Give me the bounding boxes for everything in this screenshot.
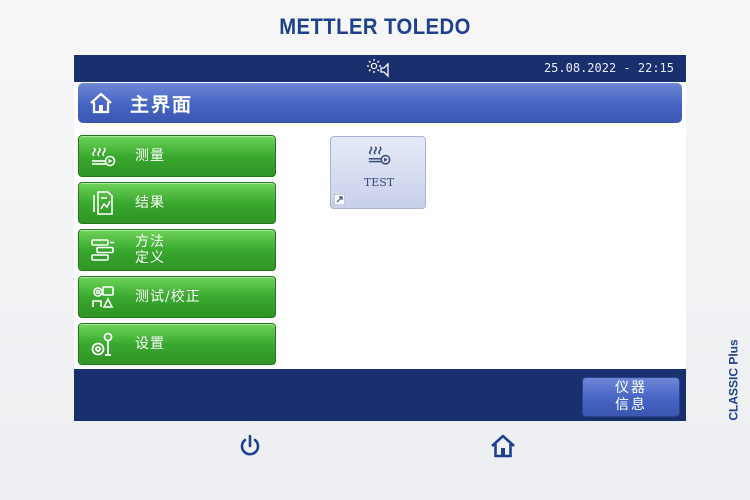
menu-label-test-adjust: 测试/校正 [135,289,201,305]
test-adjust-icon [92,286,114,308]
menu-button-results[interactable]: 结果 [78,182,276,224]
home-icon [90,92,112,114]
instrument-info-button[interactable]: 仪器 信息 [582,377,680,417]
menu-label-results: 结果 [135,195,165,211]
page-header: 主界面 [78,83,682,123]
page-title: 主界面 [130,93,194,116]
bottom-bar: 仪器 信息 [74,369,686,421]
home-icon[interactable] [489,432,517,460]
settings-tools-icon [91,332,113,356]
results-document-icon [93,191,113,215]
date-time: 25.08.2022 - 22:15 [543,61,674,75]
menu-label-measure: 测量 [135,148,165,164]
model-label: CLASSIC Plus [724,330,744,430]
status-bar: 25.08.2022 - 22:15 [74,55,686,82]
menu-button-method-definition[interactable]: 方法 定义 [78,229,276,271]
menu-button-test-adjust[interactable]: 测试/校正 [78,276,276,318]
shortcut-arrow-icon [334,194,345,205]
measure-heat-icon [368,146,391,165]
power-icon[interactable] [236,432,264,460]
display-brightness-speaker-icon[interactable] [366,58,394,78]
menu-button-measure[interactable]: 测量 [78,135,276,177]
shortcut-tile-test[interactable]: TEST [330,136,426,209]
main-menu: 测量 结果 方法 定义 测试/校正 设置 [78,135,278,370]
shortcut-tile-label: TEST [363,176,395,189]
model-label-text: CLASSIC Plus [727,339,742,421]
menu-label-method-definition: 方法 定义 [135,234,165,266]
menu-label-settings: 设置 [135,336,165,352]
touch-screen: 25.08.2022 - 22:15 主界面 测量 结果 方法 定义 测试/校正… [74,55,686,421]
device-bezel: METTLER TOLEDO CLASSIC Plus 25.08.2022 -… [0,0,750,500]
method-definition-icon [91,239,114,261]
brand-logo: METTLER TOLEDO [279,14,471,39]
measure-heat-icon [92,147,116,167]
menu-button-settings[interactable]: 设置 [78,323,276,365]
